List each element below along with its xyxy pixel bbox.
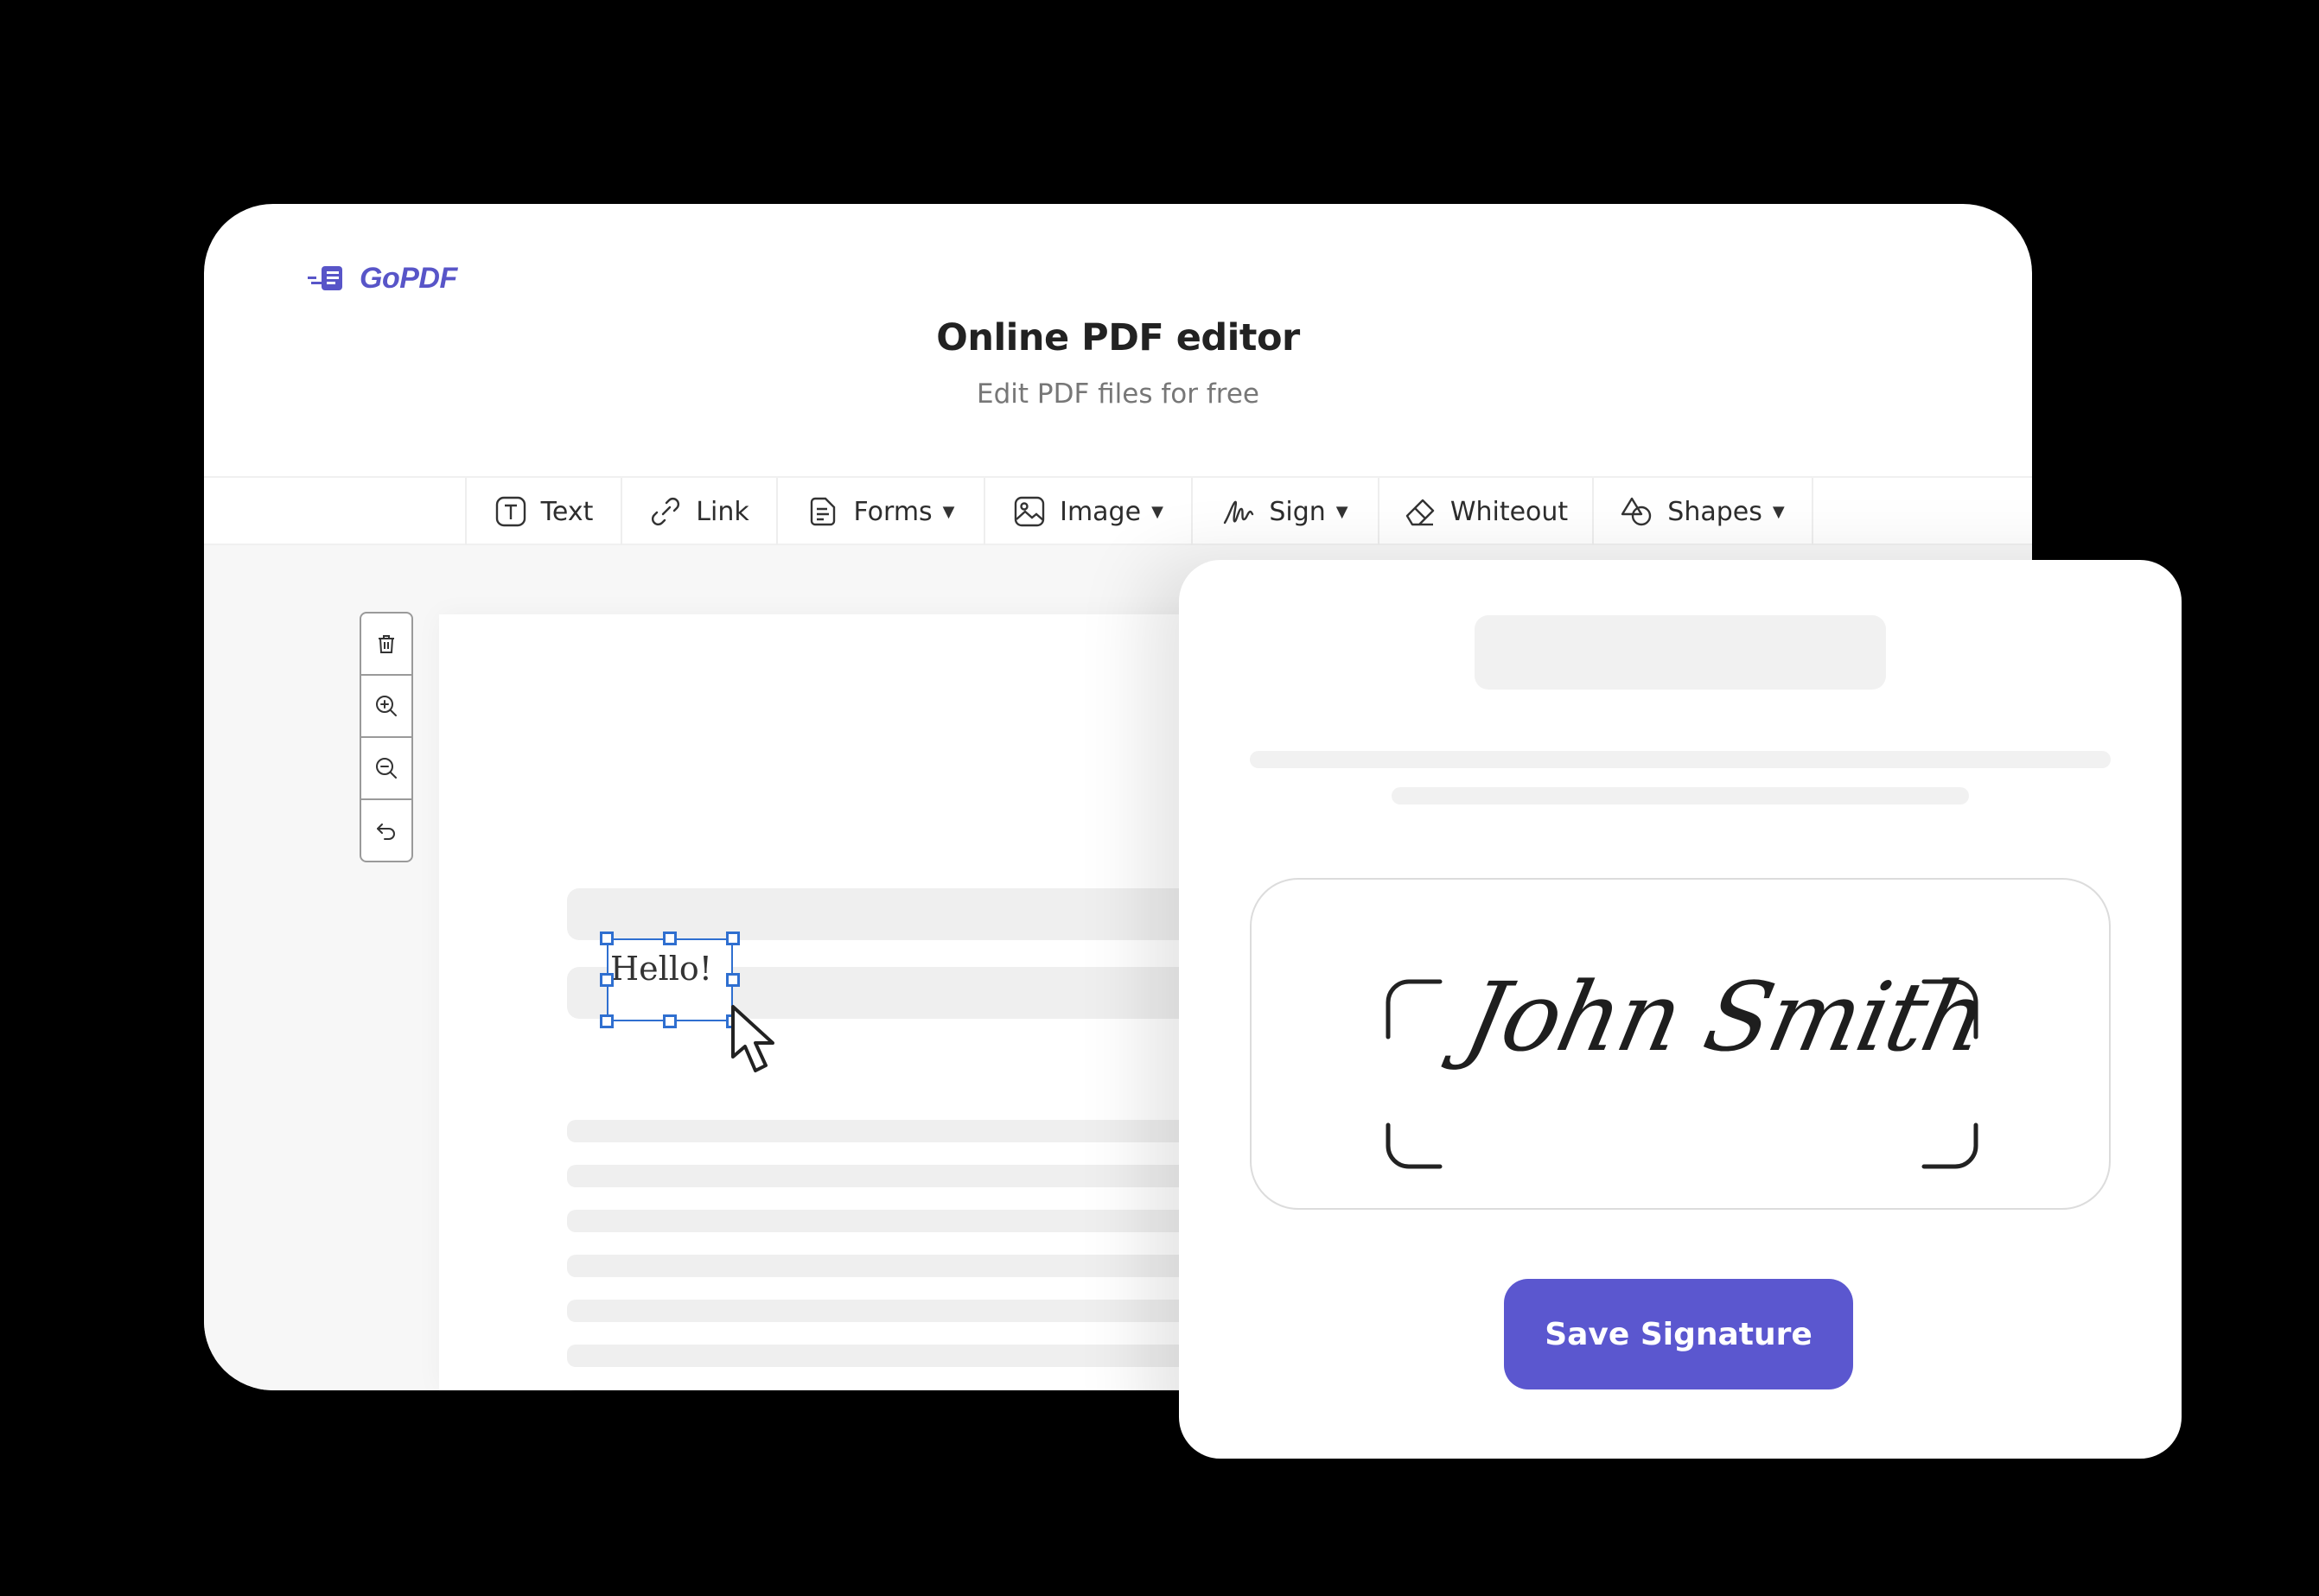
chevron-down-icon: ▼ <box>1335 502 1348 521</box>
resize-handle[interactable] <box>663 932 677 945</box>
stage: GoPDF Online PDF editor Edit PDF files f… <box>0 0 2319 1596</box>
signature-dialog: John Smith Save Signature <box>1179 560 2182 1459</box>
gopdf-logo-icon <box>308 266 342 290</box>
link-icon <box>652 498 680 525</box>
form-document-icon <box>811 497 836 526</box>
tool-forms-label: Forms <box>853 496 933 527</box>
tool-text-label: Text <box>540 496 594 527</box>
editor-toolbar: Text Link Forms ▼ Image ▼ Sign ▼ Whiteou… <box>204 476 2032 545</box>
brand-logo[interactable]: GoPDF <box>308 252 457 304</box>
undo-button[interactable] <box>361 800 411 861</box>
resize-handle[interactable] <box>726 973 740 987</box>
zoom-in-icon <box>376 696 397 716</box>
chevron-down-icon: ▼ <box>1151 502 1163 521</box>
zoom-in-button[interactable] <box>361 676 411 738</box>
save-signature-button[interactable]: Save Signature <box>1504 1279 1853 1389</box>
signature-icon <box>1224 500 1254 525</box>
text-box-icon <box>495 496 526 527</box>
resize-handle[interactable] <box>663 1014 677 1028</box>
tool-sign-dropdown[interactable]: Sign ▼ <box>1191 478 1378 545</box>
resize-handle[interactable] <box>600 1014 614 1028</box>
tool-forms-dropdown[interactable]: Forms ▼ <box>776 478 984 545</box>
brand-name: GoPDF <box>360 261 457 295</box>
zoom-out-button[interactable] <box>361 738 411 800</box>
placeholder-dialog-text <box>1250 751 2111 768</box>
page-subtitle: Edit PDF files for free <box>977 378 1259 410</box>
tool-link-button[interactable]: Link <box>621 478 776 545</box>
mouse-cursor-icon <box>731 1005 774 1072</box>
resize-handle[interactable] <box>600 973 614 987</box>
tool-shapes-dropdown[interactable]: Shapes ▼ <box>1592 478 1813 545</box>
tool-shapes-label: Shapes <box>1667 496 1762 527</box>
tool-text-button[interactable]: Text <box>465 478 621 545</box>
placeholder-dialog-text <box>1392 787 1969 804</box>
resize-handle[interactable] <box>600 932 614 945</box>
chevron-down-icon: ▼ <box>942 502 955 521</box>
text-element[interactable]: Hello! <box>610 950 712 988</box>
tool-image-label: Image <box>1060 496 1142 527</box>
chevron-down-icon: ▼ <box>1772 502 1785 521</box>
resize-handle[interactable] <box>726 932 740 945</box>
delete-button[interactable] <box>361 614 411 676</box>
signature-preview: John Smith <box>1456 962 1996 1072</box>
tool-whiteout-label: Whiteout <box>1449 496 1569 527</box>
undo-icon <box>377 823 395 840</box>
image-icon <box>1014 496 1045 527</box>
placeholder-dialog-title <box>1475 615 1886 690</box>
shapes-icon <box>1621 497 1652 526</box>
eraser-icon <box>1405 499 1435 526</box>
signature-pad[interactable]: John Smith <box>1250 878 2111 1210</box>
page-title: Online PDF editor <box>936 316 1300 359</box>
tool-image-dropdown[interactable]: Image ▼ <box>984 478 1191 545</box>
tool-link-label: Link <box>696 496 749 527</box>
tool-whiteout-button[interactable]: Whiteout <box>1378 478 1592 545</box>
tool-sign-label: Sign <box>1269 496 1326 527</box>
page-tools-panel <box>360 612 413 862</box>
trash-icon <box>379 635 394 653</box>
zoom-out-icon <box>376 758 397 779</box>
